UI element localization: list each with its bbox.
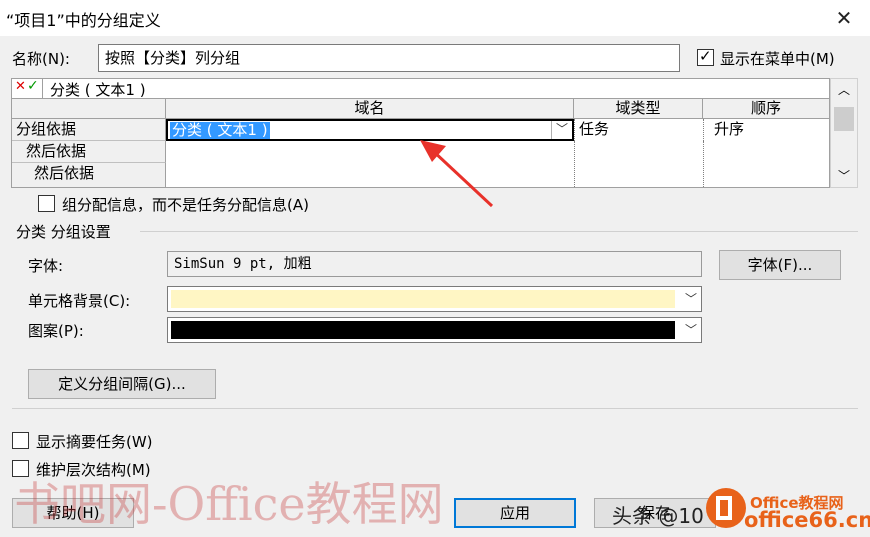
name-label: 名称(N):: [12, 50, 70, 68]
column-header-field-name[interactable]: 域名: [166, 99, 574, 119]
cell-background-swatch: [171, 290, 675, 308]
office-logo-icon: [706, 488, 746, 528]
font-label: 字体:: [28, 257, 64, 275]
row-header-then-by-2: 然后依据: [12, 163, 166, 187]
cell-background-select[interactable]: ﹀: [167, 286, 702, 312]
chevron-down-icon[interactable]: ﹀: [681, 287, 701, 311]
grid-corner-header: [12, 99, 166, 119]
show-in-menu-checkbox[interactable]: ✓: [697, 47, 714, 66]
show-summary-tasks-label: 显示摘要任务(W): [36, 433, 153, 451]
show-in-menu-label: 显示在菜单中(M): [720, 50, 835, 68]
entry-divider: [42, 79, 43, 98]
scroll-thumb[interactable]: [834, 107, 854, 131]
column-header-order[interactable]: 顺序: [703, 99, 829, 119]
row-header-then-by-1: 然后依据: [12, 141, 166, 163]
cell-background-label: 单元格背景(C):: [28, 292, 131, 310]
grid-scrollbar[interactable]: ︿ ﹀: [830, 78, 858, 188]
chevron-down-icon[interactable]: ﹀: [681, 318, 701, 342]
row-header-group-by: 分组依据: [12, 119, 166, 141]
pattern-select[interactable]: ﹀: [167, 317, 702, 343]
section-divider-bottom: [12, 408, 858, 409]
group-assignments-checkbox[interactable]: [38, 195, 55, 212]
pattern-label: 图案(P):: [28, 322, 84, 340]
site-watermark: 书吧网-Office教程网: [14, 477, 444, 531]
field-type-cell[interactable]: 任务: [574, 119, 703, 141]
scroll-down-icon[interactable]: ﹀: [838, 167, 850, 184]
chevron-down-icon[interactable]: ﹀: [551, 121, 572, 139]
order-cell[interactable]: 升序: [703, 119, 829, 141]
font-button[interactable]: 字体(F)...: [719, 250, 841, 280]
field-name-combo[interactable]: 分类 ( 文本1 ) ﹀: [166, 119, 574, 141]
scroll-up-icon[interactable]: ︿: [838, 81, 850, 98]
annotation-arrow-icon: [420, 140, 494, 208]
show-summary-tasks-checkbox[interactable]: [12, 432, 29, 449]
cancel-entry-icon[interactable]: ✕: [15, 79, 26, 94]
define-group-intervals-button[interactable]: 定义分组间隔(G)...: [28, 369, 216, 399]
toutiao-watermark: 头条 @10: [612, 504, 704, 528]
field-type-divider: [574, 141, 575, 187]
order-divider: [703, 141, 704, 187]
group-assignments-label: 组分配信息，而不是任务分配信息(A): [62, 196, 309, 214]
window-title: “项目1”中的分组定义: [6, 11, 161, 30]
section-divider: [140, 231, 858, 232]
apply-button[interactable]: 应用: [454, 498, 576, 528]
field-name-selected-text: 分类 ( 文本1 ): [170, 121, 270, 139]
column-header-field-type[interactable]: 域类型: [574, 99, 703, 119]
entry-value[interactable]: 分类 ( 文本1 ): [50, 79, 146, 100]
name-input[interactable]: 按照【分类】列分组: [98, 44, 680, 72]
pattern-swatch: [171, 321, 675, 339]
grid-entry-bar: ✕ ✓ 分类 ( 文本1 ): [12, 78, 829, 100]
confirm-entry-icon[interactable]: ✓: [27, 78, 39, 94]
font-value: SimSun 9 pt, 加粗: [167, 251, 702, 277]
office-logo-mark: [716, 496, 732, 520]
close-button[interactable]: ✕: [826, 4, 862, 32]
office-watermark-line2: office66.cn: [744, 508, 870, 532]
checkmark-icon: ✓: [699, 47, 712, 65]
group-settings-title: 分类 分组设置: [16, 223, 111, 241]
